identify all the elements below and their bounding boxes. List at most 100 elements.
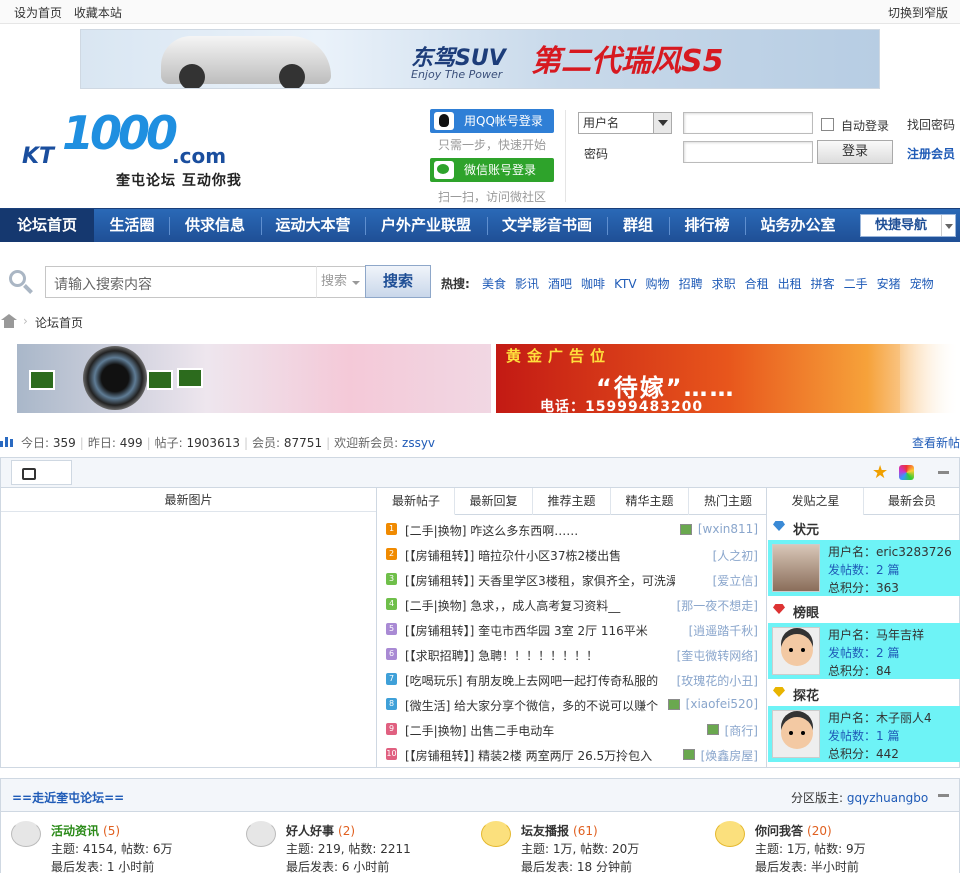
forum-name-link[interactable]: 你问我答 (20) [755, 822, 832, 839]
rank-user-card[interactable]: 用户名：eric3283726 发帖数：2 篇总积分：363 [768, 540, 960, 596]
post-author-link[interactable]: [逍遥踏千秋] [689, 622, 758, 639]
post-author-link[interactable]: [爱立信] [713, 572, 758, 589]
forum-last-post[interactable]: 最后发表: 6 小时前 [286, 858, 389, 873]
post-row[interactable]: 3 [【房铺租转】] 天香里学区3楼租，家俱齐全，可洗澡做 [爱立信] [378, 567, 767, 592]
camera-ad[interactable] [17, 344, 491, 413]
post-row[interactable]: 9 [二手|换物] 出售二手电动车 [商行] [378, 717, 767, 742]
hot-search-word[interactable]: 购物 [646, 277, 670, 291]
new-member-link[interactable]: zssyv [402, 436, 435, 450]
password-input[interactable] [683, 141, 813, 163]
post-author-link[interactable]: [wxin811] [698, 522, 758, 536]
collapse-icon[interactable] [938, 794, 949, 797]
hot-search-word[interactable]: KTV [614, 277, 636, 291]
post-title-link[interactable]: [微生活] 给大家分享个微信，多的不说可以赚个 [405, 697, 675, 714]
post-row[interactable]: 4 [二手|换物] 急求，，成人高考复习资料__ [那一夜不想走] [378, 592, 767, 617]
qq-login-button[interactable]: 用QQ帐号登录 [430, 109, 554, 133]
new-posts-link[interactable]: 查看新帖 [912, 434, 960, 451]
post-author-link[interactable]: [人之初] [713, 547, 758, 564]
post-author-link[interactable]: [焕鑫房屋] [701, 747, 758, 764]
rank-user-card[interactable]: 用户名：马年吉祥 发帖数：2 篇总积分：84 [768, 623, 960, 679]
collapse-icon[interactable] [938, 471, 949, 474]
portal-mini-tab[interactable] [11, 460, 72, 485]
tab-recommended[interactable]: 推荐主题 [533, 488, 611, 515]
post-author-link[interactable]: [玫瑰花的小丑] [677, 672, 758, 689]
hot-search-word[interactable]: 出租 [778, 277, 802, 291]
hot-search-word[interactable]: 招聘 [679, 277, 703, 291]
login-button[interactable]: 登录 [817, 140, 893, 164]
forum-last-post[interactable]: 最后发表: 半小时前 [755, 858, 859, 873]
tab-star-posters[interactable]: 发贴之星 [768, 488, 864, 515]
nav-item-sports[interactable]: 运动大本营 [262, 209, 364, 242]
post-title-link[interactable]: [【房铺租转】] 天香里学区3楼租，家俱齐全，可洗澡做 [405, 572, 675, 589]
hot-search-word[interactable]: 拼客 [811, 277, 835, 291]
hot-search-word[interactable]: 咖啡 [581, 277, 605, 291]
post-row[interactable]: 7 [吃喝玩乐] 有朋友晚上去网吧一起打传奇私服的 [玫瑰花的小丑] [378, 667, 767, 692]
hot-search-word[interactable]: 求职 [712, 277, 736, 291]
post-title-link[interactable]: [吃喝玩乐] 有朋友晚上去网吧一起打传奇私服的 [405, 672, 675, 689]
rank-user-card[interactable]: 用户名：木子丽人4 发帖数：1 篇总积分：442 [768, 706, 960, 762]
hot-search-word[interactable]: 安猪 [877, 277, 901, 291]
username-value[interactable]: eric3283726 [876, 545, 952, 559]
site-logo[interactable]: KT 1000 .com 奎屯论坛 互动你我 [22, 100, 262, 190]
nav-item-outdoor[interactable]: 户外产业联盟 [366, 209, 486, 242]
hot-search-word[interactable]: 酒吧 [548, 277, 572, 291]
post-title-link[interactable]: [二手|换物] 急求，，成人高考复习资料__ [405, 597, 675, 614]
search-button[interactable]: 搜索 [365, 265, 431, 298]
hot-search-word[interactable]: 宠物 [910, 277, 934, 291]
tab-hot[interactable]: 热门主题 [689, 488, 767, 515]
gold-ad[interactable]: 黄金广告位 “待嫁”…… 电话：15999483200 [496, 344, 960, 413]
hot-search-word[interactable]: 合租 [745, 277, 769, 291]
tab-featured[interactable]: 精华主题 [611, 488, 689, 515]
avatar[interactable] [772, 627, 820, 675]
username-value[interactable]: 马年吉祥 [876, 628, 924, 642]
nav-item-supply[interactable]: 供求信息 [170, 209, 260, 242]
post-row[interactable]: 10 [【房铺租转】] 精装2楼 两室两厅 26.5万拎包入 [焕鑫房屋] [378, 742, 767, 767]
switch-width-link[interactable]: 切换到窄版 [888, 4, 948, 21]
breadcrumb-current[interactable]: 论坛首页 [35, 314, 83, 331]
search-input[interactable]: 请输入搜索内容 [45, 266, 317, 298]
forum-bubble-icon[interactable] [246, 821, 276, 847]
auto-login-checkbox[interactable] [821, 118, 834, 131]
wechat-login-button[interactable]: 微信账号登录 [430, 158, 554, 182]
hot-search-word[interactable]: 影讯 [515, 277, 539, 291]
color-palette-icon[interactable] [899, 465, 914, 480]
post-row[interactable]: 2 [【房铺租转】] 暗拉尕什小区37栋2楼出售 [人之初] [378, 542, 767, 567]
set-home-link[interactable]: 设为首页 [14, 6, 62, 20]
forum-last-post[interactable]: 最后发表: 18 分钟前 [521, 858, 632, 873]
hot-search-word[interactable]: 二手 [844, 277, 868, 291]
forum-bubble-icon[interactable] [481, 821, 511, 847]
home-icon[interactable] [1, 314, 17, 328]
register-link[interactable]: 注册会员 [907, 145, 955, 162]
bookmark-link[interactable]: 收藏本站 [74, 6, 122, 20]
forum-bubble-icon[interactable] [11, 821, 41, 847]
avatar[interactable] [772, 544, 820, 592]
moderator-link[interactable]: gqyzhuangbo [847, 791, 928, 805]
username-type-select[interactable]: 用户名 [578, 112, 672, 134]
post-row[interactable]: 6 [【求职招聘】] 急聘！！！！！！！！ [奎屯微转网络] [378, 642, 767, 667]
tab-new-members[interactable]: 最新会员 [864, 488, 960, 515]
tab-latest-replies[interactable]: 最新回复 [455, 488, 533, 515]
forum-name-link[interactable]: 好人好事 (2) [286, 822, 355, 839]
avatar[interactable] [772, 710, 820, 758]
forum-last-post[interactable]: 最后发表: 1 小时前 [51, 858, 154, 873]
nav-item-literature[interactable]: 文学影音书画 [488, 209, 606, 242]
search-type-select[interactable]: 搜索 [316, 266, 366, 298]
nav-item-ranking[interactable]: 排行榜 [670, 209, 744, 242]
post-author-link[interactable]: [xiaofei520] [686, 697, 758, 711]
find-password-link[interactable]: 找回密码 [907, 116, 955, 133]
star-icon[interactable]: ★ [872, 464, 890, 482]
post-author-link[interactable]: [商行] [725, 722, 758, 739]
post-author-link[interactable]: [奎屯微转网络] [677, 647, 758, 664]
nav-item-groups[interactable]: 群组 [608, 209, 668, 242]
post-row[interactable]: 1 [二手|换物] 咋这么多东西啊…… [wxin811] [378, 517, 767, 542]
tab-latest-posts[interactable]: 最新帖子 [378, 488, 455, 515]
quick-nav-dropdown[interactable]: 快捷导航 [860, 214, 956, 237]
post-title-link[interactable]: [【房铺租转】] 奎屯市西华园 3室 2厅 116平米 [405, 622, 675, 639]
nav-item-life[interactable]: 生活圈 [96, 209, 168, 242]
forum-bubble-icon[interactable] [715, 821, 745, 847]
post-row[interactable]: 5 [【房铺租转】] 奎屯市西华园 3室 2厅 116平米 [逍遥踏千秋] [378, 617, 767, 642]
forum-name-link[interactable]: 活动资讯 (5) [51, 822, 120, 839]
post-author-link[interactable]: [那一夜不想走] [677, 597, 758, 614]
username-value[interactable]: 木子丽人4 [876, 711, 932, 725]
forum-name-link[interactable]: 坛友播报 (61) [521, 822, 598, 839]
